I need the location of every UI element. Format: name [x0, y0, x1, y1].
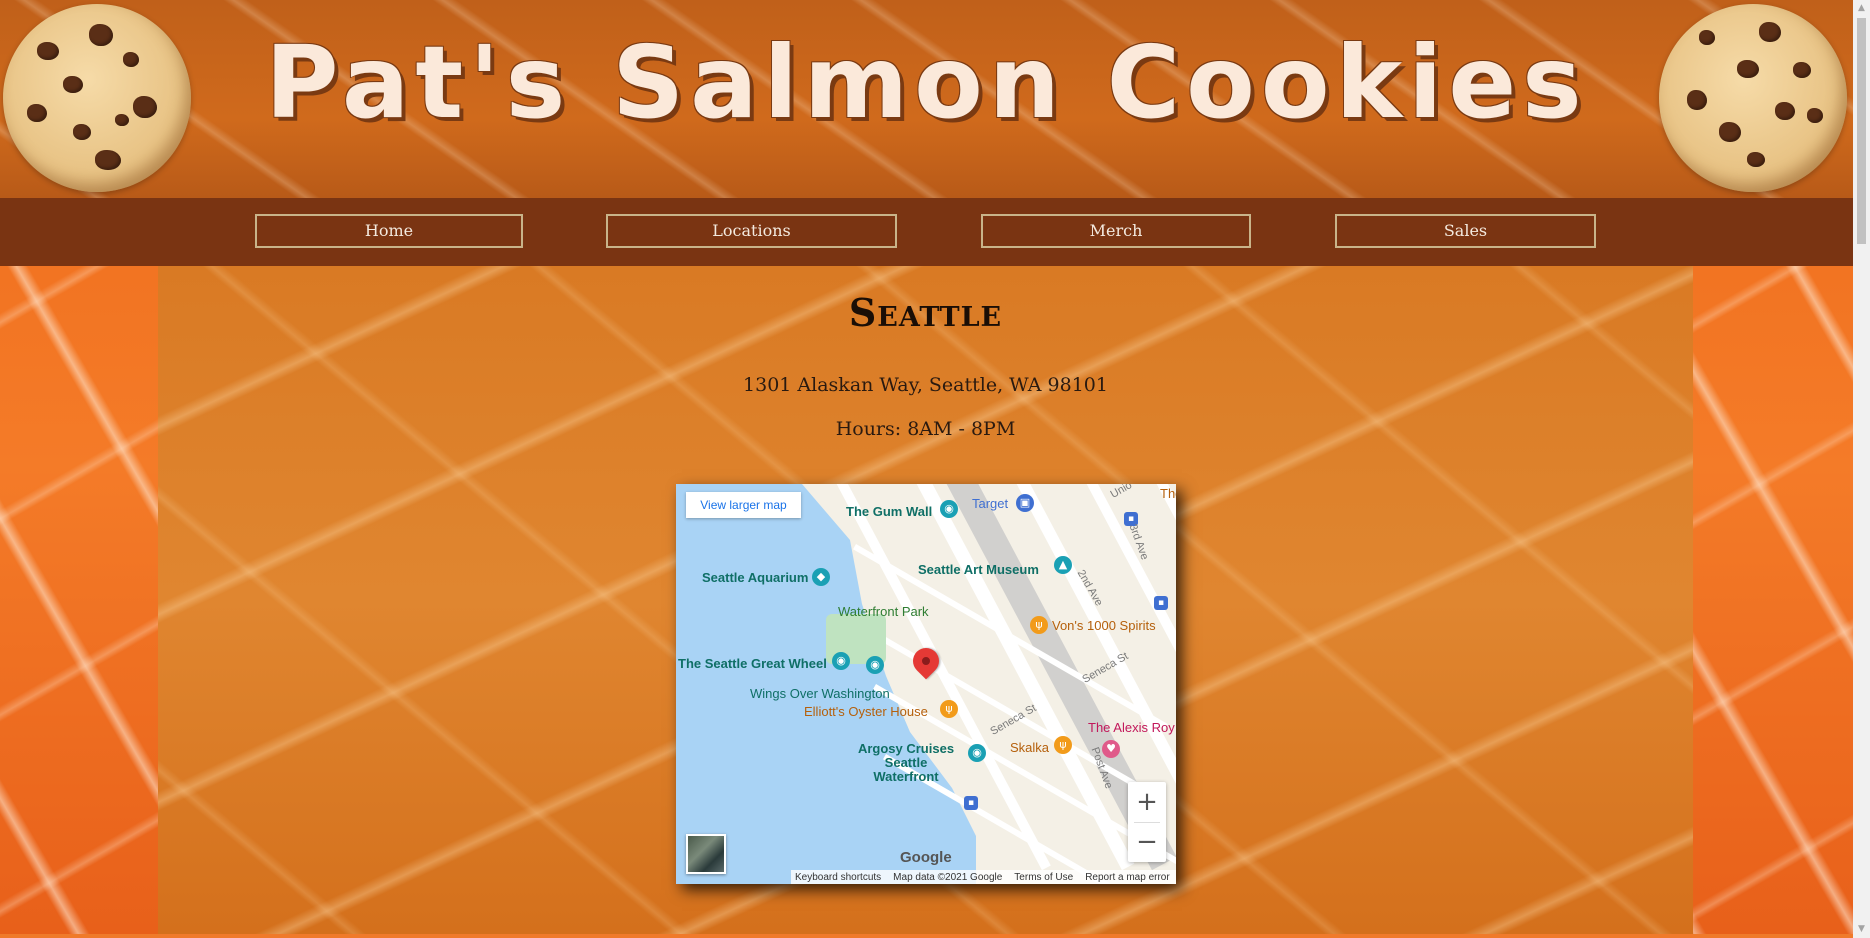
- camera-icon: ◉: [832, 652, 850, 670]
- map-label: Argosy Cruises Seattle Waterfront: [857, 741, 955, 784]
- report-error-link[interactable]: Report a map error: [1085, 872, 1169, 883]
- restaurant-icon: ψ: [1030, 616, 1048, 634]
- zoom-out-button[interactable]: −: [1128, 822, 1166, 862]
- location-address: 1301 Alaskan Way, Seattle, WA 98101: [743, 374, 1108, 396]
- camera-icon: ◉: [968, 744, 986, 762]
- transit-icon: ▪: [1154, 596, 1168, 610]
- museum-icon: ▲: [1054, 556, 1072, 574]
- hotel-icon: ♥: [1102, 740, 1120, 758]
- zoom-in-button[interactable]: +: [1128, 782, 1166, 822]
- location-map[interactable]: The Gum Wall ◉ Target ▣ Unio The ▪ 3rd A…: [676, 484, 1176, 884]
- map-label: Seattle Art Museum: [918, 562, 1039, 577]
- location-hours: Hours: 8AM - 8PM: [835, 418, 1016, 440]
- nav-sales-button[interactable]: Sales: [1335, 214, 1596, 248]
- map-label: Seattle Aquarium: [702, 570, 809, 585]
- vertical-scrollbar[interactable]: ▲ ▼: [1853, 0, 1870, 938]
- map-label: The Seattle Great Wheel: [678, 656, 827, 671]
- cookie-icon: [1659, 4, 1847, 192]
- map-label: The Alexis Roy: [1088, 720, 1175, 735]
- satellite-toggle-button[interactable]: [686, 834, 726, 874]
- location-title: Seattle: [848, 290, 1003, 335]
- main-nav: Home Locations Merch Sales: [0, 198, 1853, 266]
- camera-icon: ◉: [866, 656, 884, 674]
- map-label: Waterfront Park: [838, 604, 929, 619]
- scroll-thumb[interactable]: [1857, 18, 1866, 244]
- transit-icon: ▪: [964, 796, 978, 810]
- map-label: Unio: [1108, 484, 1135, 501]
- nav-merch-button[interactable]: Merch: [981, 214, 1251, 248]
- site-title: Pat's Salmon Cookies: [265, 24, 1588, 141]
- map-data-text: Map data ©2021 Google: [893, 871, 1003, 883]
- map-label: Wings Over Washington: [750, 686, 890, 701]
- aquarium-icon: ◆: [812, 568, 830, 586]
- map-attribution: Keyboard shortcuts Map data ©2021 Google…: [791, 870, 1176, 884]
- google-logo: Google: [900, 849, 952, 866]
- site-header: Pat's Salmon Cookies: [0, 0, 1853, 198]
- restaurant-icon: ψ: [940, 700, 958, 718]
- map-label: The Gum Wall: [846, 504, 933, 519]
- camera-icon: ◉: [940, 500, 958, 518]
- keyboard-shortcuts-link[interactable]: Keyboard shortcuts: [795, 872, 881, 883]
- map-label: Target: [972, 496, 1009, 511]
- scroll-down-icon[interactable]: ▼: [1853, 921, 1870, 938]
- restaurant-icon: ψ: [1054, 736, 1072, 754]
- nav-locations-button[interactable]: Locations: [606, 214, 897, 248]
- nav-home-button[interactable]: Home: [255, 214, 523, 248]
- map-label: Elliott's Oyster House: [804, 704, 928, 719]
- location-content: Seattle 1301 Alaskan Way, Seattle, WA 98…: [158, 266, 1693, 934]
- map-label: Skalka: [1010, 740, 1050, 755]
- view-larger-map-link[interactable]: View larger map: [686, 492, 801, 518]
- map-water: [676, 484, 976, 884]
- terms-link[interactable]: Terms of Use: [1014, 872, 1073, 883]
- map-label: Von's 1000 Spirits: [1052, 618, 1156, 633]
- scroll-up-icon[interactable]: ▲: [1853, 0, 1870, 17]
- shopping-icon: ▣: [1016, 494, 1034, 512]
- map-label: The: [1160, 486, 1176, 501]
- zoom-controls: + −: [1128, 782, 1166, 862]
